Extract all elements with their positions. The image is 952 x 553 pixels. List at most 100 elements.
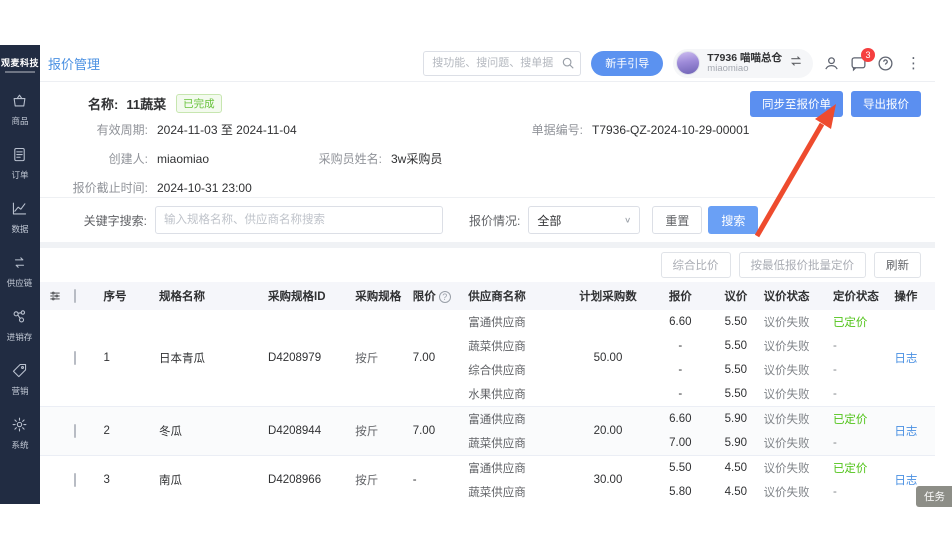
price-status: - [833,382,894,406]
doc-no-pair: 单据编号: T7936-QZ-2024-10-29-00001 [468,115,749,144]
compare-price-button[interactable]: 综合比价 [661,252,731,278]
price-status: - [833,431,894,455]
field-row-creator: 创建人: miaomiao 采购员姓名: 3w采购员 [40,144,935,173]
sidebar-item-data[interactable]: 数据 [6,200,33,235]
period-label: 有效周期: [40,121,148,138]
column-header: 采购规格 [355,288,412,304]
switch-account-icon[interactable] [789,54,803,73]
table-section: 综合比价 按最低报价批量定价 刷新 序号规格名称采购规格ID采购规格限价?供应商… [40,248,935,504]
log-link[interactable]: 日志 [894,475,917,487]
quote-price: - [653,358,709,382]
log-link[interactable]: 日志 [894,353,917,365]
breadcrumb[interactable]: 报价管理 [48,54,100,73]
sidebar-item-goods[interactable]: 商品 [6,92,33,127]
user-menu[interactable]: T7936 喵喵总仓 miaomiao [673,49,813,78]
deadline-label: 报价截止时间: [40,179,148,196]
table-header: 序号规格名称采购规格ID采购规格限价?供应商名称计划采购数报价议价议价状态定价状… [40,282,935,310]
sidebar-item-inventory[interactable]: 进销存 [6,308,33,343]
supplier-name: 蔬菜供应商 [468,431,563,455]
quote-status-select[interactable]: 全部 ∨ [528,206,640,234]
field-row-deadline: 报价截止时间: 2024-10-31 23:00 [40,173,935,202]
keyword-label: 关键字搜索: [47,212,147,229]
spec-id: D4208979 [268,352,355,364]
purchase-unit: 按斤 [355,472,412,488]
app-window: 观麦科技 商品订单数据供应链进销存营销系统 报价管理 新手引导 T [0,45,935,504]
table-row: 2冬瓜D4208944按斤7.00富通供应商蔬菜供应商20.006.607.00… [40,407,935,456]
nego-status: 议价失败 [764,334,833,358]
planned-qty: 20.00 [563,425,652,437]
filter-icon[interactable] [48,289,74,303]
global-search [423,51,581,76]
column-header: 规格名称 [159,288,268,304]
topbar-right: 新手引导 T7936 喵喵总仓 miaomiao [423,49,923,78]
quote-price: 5.50 [653,456,709,480]
search-button[interactable]: 搜索 [708,206,758,234]
limit-price: 7.00 [413,352,469,364]
global-search-input[interactable] [423,51,581,76]
table-row: 1日本青瓜D4208979按斤7.00富通供应商蔬菜供应商综合供应商水果供应商5… [40,310,935,407]
nego-status: 议价失败 [764,407,833,431]
guide-button[interactable]: 新手引导 [591,51,663,76]
row-checkbox[interactable] [74,352,104,364]
keyword-input[interactable] [155,206,443,234]
planned-qty: 50.00 [563,352,652,364]
reset-button[interactable]: 重置 [652,206,702,234]
column-header: 报价 [653,288,709,304]
supplier-name: 综合供应商 [468,358,563,382]
sidebar-item-system[interactable]: 系统 [6,416,33,451]
refresh-button[interactable]: 刷新 [874,252,921,278]
supplier-name: 蔬菜供应商 [468,480,563,504]
user-name: miaomiao [707,64,782,75]
column-header: 议价 [708,288,764,304]
quote-info-section: 名称: 11蔬菜 已完成 同步至报价单 导出报价 有效周期: 2024-11-0… [40,82,935,197]
price-status: 已定价 [833,407,894,431]
sidebar-item-orders[interactable]: 订单 [6,146,33,181]
column-header: 供应商名称 [468,288,563,304]
gear-icon [12,416,28,434]
select-all-checkbox[interactable] [74,290,104,302]
more-menu-icon[interactable]: ⋮ [904,56,923,71]
log-link[interactable]: 日志 [894,426,917,438]
nego-price: 5.50 [708,310,764,334]
sync-quote-button[interactable]: 同步至报价单 [750,91,843,117]
row-checkbox[interactable] [74,474,104,486]
service-icon[interactable] [823,55,840,72]
avatar[interactable] [676,51,700,75]
nego-price: 5.50 [708,358,764,382]
nodes-icon [12,308,28,326]
nego-price: 4.50 [708,480,764,504]
column-header: 定价状态 [833,288,894,304]
column-header: 计划采购数 [563,288,652,304]
help-icon[interactable] [877,55,894,72]
price-status: 已定价 [833,310,894,334]
batch-lowest-price-button[interactable]: 按最低报价批量定价 [739,252,867,278]
quote-price: 6.60 [653,310,709,334]
task-float-button[interactable]: 任务 [916,486,952,507]
supplier-name: 富通供应商 [468,456,563,480]
table-toolbar: 综合比价 按最低报价批量定价 刷新 [40,248,935,282]
quote-price: 6.60 [653,407,709,431]
search-icon[interactable] [561,56,575,70]
spec-id: D4208944 [268,425,355,437]
message-icon[interactable]: 3 [850,55,867,72]
buyer-pair: 采购员姓名: 3w采购员 [280,144,442,173]
message-badge: 3 [861,48,875,62]
spec-id: D4208966 [268,474,355,486]
spec-name: 南瓜 [159,472,268,488]
nego-status: 议价失败 [764,358,833,382]
column-header: 限价? [413,288,469,304]
quote-price: - [653,334,709,358]
nego-status: 议价失败 [764,480,833,504]
export-quote-button[interactable]: 导出报价 [851,91,921,117]
sidebar-item-marketing[interactable]: 营销 [6,362,33,397]
sidebar-item-supply-chain[interactable]: 供应链 [6,254,33,289]
nego-status: 议价失败 [764,310,833,334]
filter-section: 关键字搜索: 报价情况: 全部 ∨ 重置 搜索 [40,197,935,242]
limit-price-help-icon[interactable]: ? [439,291,451,303]
topbar: 报价管理 新手引导 T7936 喵喵总仓 miaomiao [40,45,935,82]
name-label: 名称: [88,94,118,113]
doc-no-label: 单据编号: [468,121,583,138]
row-checkbox[interactable] [74,425,104,437]
creator-value: miaomiao [157,152,209,166]
purchase-unit: 按斤 [355,423,412,439]
